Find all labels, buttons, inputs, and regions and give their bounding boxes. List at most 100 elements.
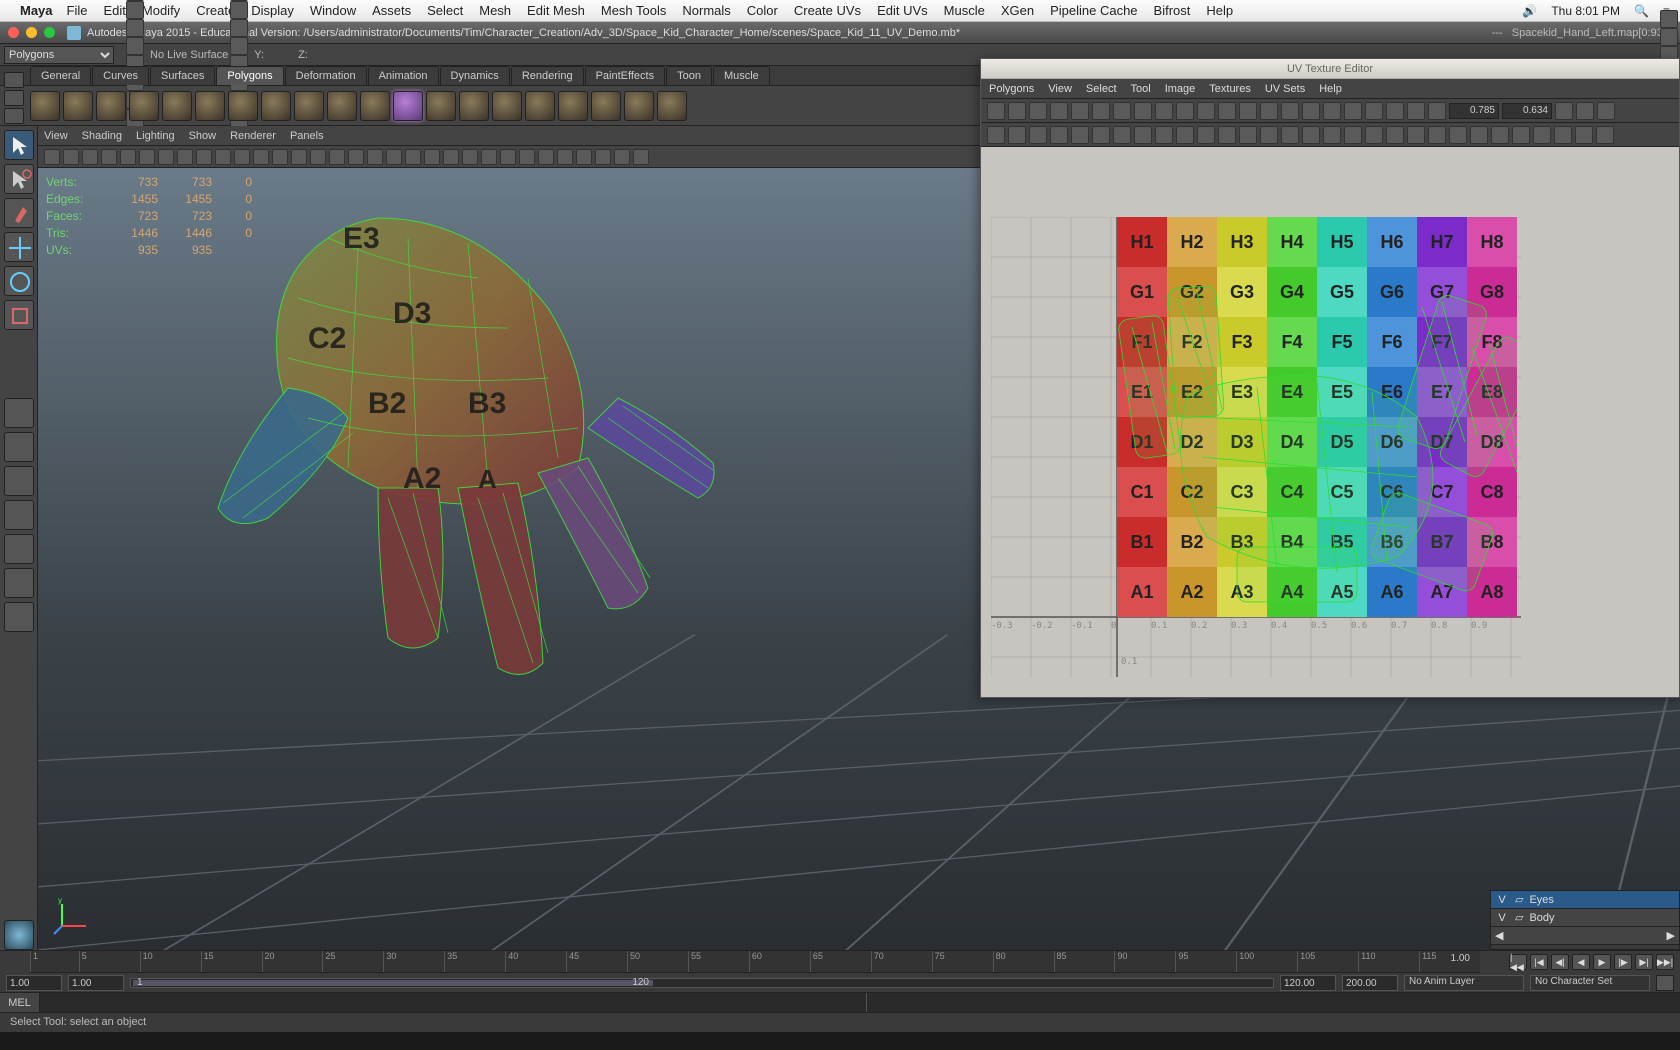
clock[interactable]: Thu 8:01 PM	[1551, 4, 1620, 18]
step-back-button[interactable]: ◀|	[1551, 954, 1569, 970]
status-icon[interactable]	[126, 19, 144, 37]
uv-texture-editor-window[interactable]: UV Texture Editor PolygonsViewSelectTool…	[980, 58, 1680, 698]
vp-icon[interactable]	[614, 149, 630, 165]
uv-menu-textures[interactable]: Textures	[1209, 83, 1251, 95]
uv-menu-help[interactable]: Help	[1319, 83, 1342, 95]
uv-icon[interactable]	[1113, 126, 1131, 144]
uv-icon[interactable]	[1134, 126, 1152, 144]
traffic-lights[interactable]	[8, 27, 55, 38]
vp-icon[interactable]	[481, 149, 497, 165]
spotlight-icon[interactable]: 🔍	[1634, 4, 1649, 18]
layout-two-side[interactable]	[4, 466, 34, 496]
vp-icon[interactable]	[215, 149, 231, 165]
range-end-inner[interactable]	[1280, 975, 1336, 991]
shelf-tab-deformation[interactable]: Deformation	[285, 66, 367, 85]
shelf-icon[interactable]	[459, 91, 489, 121]
shelf-toggle[interactable]	[4, 72, 24, 88]
vp-icon[interactable]	[101, 149, 117, 165]
shelf-icon[interactable]	[558, 91, 588, 121]
vp-menu-lighting[interactable]: Lighting	[136, 130, 175, 142]
status-icon[interactable]	[230, 37, 248, 55]
play-back-button[interactable]: ◀	[1572, 954, 1590, 970]
vp-icon[interactable]	[519, 149, 535, 165]
status-icon[interactable]	[126, 1, 144, 19]
status-icon[interactable]	[1660, 10, 1678, 28]
shelf-icon[interactable]	[294, 91, 324, 121]
step-back-key-button[interactable]: |◀	[1530, 954, 1548, 970]
range-start-inner[interactable]	[68, 975, 124, 991]
vp-menu-show[interactable]: Show	[189, 130, 217, 142]
mac-menu-edit[interactable]: Edit	[103, 3, 125, 18]
shelf-tab-polygons[interactable]: Polygons	[216, 66, 283, 85]
uv-icon[interactable]	[1407, 102, 1425, 120]
vp-icon[interactable]	[82, 149, 98, 165]
uv-icon[interactable]	[1281, 126, 1299, 144]
uv-icon[interactable]	[1407, 126, 1425, 144]
shelf-icon[interactable]	[591, 91, 621, 121]
step-fwd-button[interactable]: |▶	[1614, 954, 1632, 970]
zoom-icon[interactable]	[44, 27, 55, 38]
live-surface-label[interactable]: No Live Surface	[150, 49, 228, 61]
uv-icon[interactable]	[1218, 102, 1236, 120]
uv-icon[interactable]	[1597, 102, 1615, 120]
shelf-tab-curves[interactable]: Curves	[92, 66, 149, 85]
uv-icon[interactable]	[1575, 126, 1593, 144]
mac-menu-mesh[interactable]: Mesh	[479, 3, 511, 18]
vp-icon[interactable]	[158, 149, 174, 165]
mac-menu-create-uvs[interactable]: Create UVs	[794, 3, 861, 18]
uv-icon[interactable]	[1428, 126, 1446, 144]
uv-icon[interactable]	[1470, 126, 1488, 144]
uv-menu-uv-sets[interactable]: UV Sets	[1265, 83, 1305, 95]
select-tool[interactable]	[4, 130, 34, 160]
shelf-tab-dynamics[interactable]: Dynamics	[440, 66, 510, 85]
play-forward-button[interactable]: ▶	[1593, 954, 1611, 970]
uv-icon[interactable]	[1071, 126, 1089, 144]
vp-icon[interactable]	[443, 149, 459, 165]
go-end-button[interactable]: ▶▶|	[1656, 954, 1674, 970]
vp-icon[interactable]	[595, 149, 611, 165]
uv-icon[interactable]	[1491, 126, 1509, 144]
paint-select-tool[interactable]	[4, 198, 34, 228]
status-icon[interactable]	[1660, 28, 1678, 46]
uv-icon[interactable]	[1302, 126, 1320, 144]
layout-three[interactable]	[4, 534, 34, 564]
move-tool[interactable]	[4, 232, 34, 262]
layer-row[interactable]: V▱Body	[1491, 909, 1679, 927]
uv-icon[interactable]	[1155, 126, 1173, 144]
uv-u-field[interactable]: 0.785	[1449, 103, 1499, 119]
uv-window-title[interactable]: UV Texture Editor	[981, 59, 1679, 79]
shelf-icon[interactable]	[30, 91, 60, 121]
shelf-tab-muscle[interactable]: Muscle	[713, 66, 770, 85]
shelf-tab-rendering[interactable]: Rendering	[511, 66, 584, 85]
vp-menu-view[interactable]: View	[44, 130, 68, 142]
uv-icon[interactable]	[1365, 126, 1383, 144]
go-start-button[interactable]: |◀◀	[1509, 954, 1527, 970]
layout-persp[interactable]	[4, 602, 34, 632]
vp-icon[interactable]	[272, 149, 288, 165]
uv-icon[interactable]	[1260, 102, 1278, 120]
vp-icon[interactable]	[253, 149, 269, 165]
shelf-icon[interactable]	[261, 91, 291, 121]
mac-menu-modify[interactable]: Modify	[142, 3, 180, 18]
uv-icon[interactable]	[987, 126, 1005, 144]
mac-menu-pipeline-cache[interactable]: Pipeline Cache	[1050, 3, 1137, 18]
rotate-tool[interactable]	[4, 266, 34, 296]
uv-v-field[interactable]: 0.634	[1502, 103, 1552, 119]
uv-icon[interactable]	[1365, 102, 1383, 120]
uv-icon[interactable]	[1218, 126, 1236, 144]
uv-icon[interactable]	[1008, 102, 1026, 120]
status-icon[interactable]	[230, 19, 248, 37]
vp-icon[interactable]	[367, 149, 383, 165]
uv-menu-select[interactable]: Select	[1086, 83, 1117, 95]
uv-icon[interactable]	[1239, 126, 1257, 144]
uv-icon[interactable]	[1176, 102, 1194, 120]
shelf-icon[interactable]	[228, 91, 258, 121]
shelf-tab-toon[interactable]: Toon	[666, 66, 712, 85]
vp-menu-panels[interactable]: Panels	[290, 130, 324, 142]
vp-menu-renderer[interactable]: Renderer	[230, 130, 276, 142]
layout-four[interactable]	[4, 432, 34, 462]
mac-menu-edit-uvs[interactable]: Edit UVs	[877, 3, 928, 18]
anim-layer-dropdown[interactable]: No Anim Layer	[1404, 975, 1524, 991]
layout-outliner[interactable]	[4, 568, 34, 598]
uv-menu-tool[interactable]: Tool	[1131, 83, 1151, 95]
